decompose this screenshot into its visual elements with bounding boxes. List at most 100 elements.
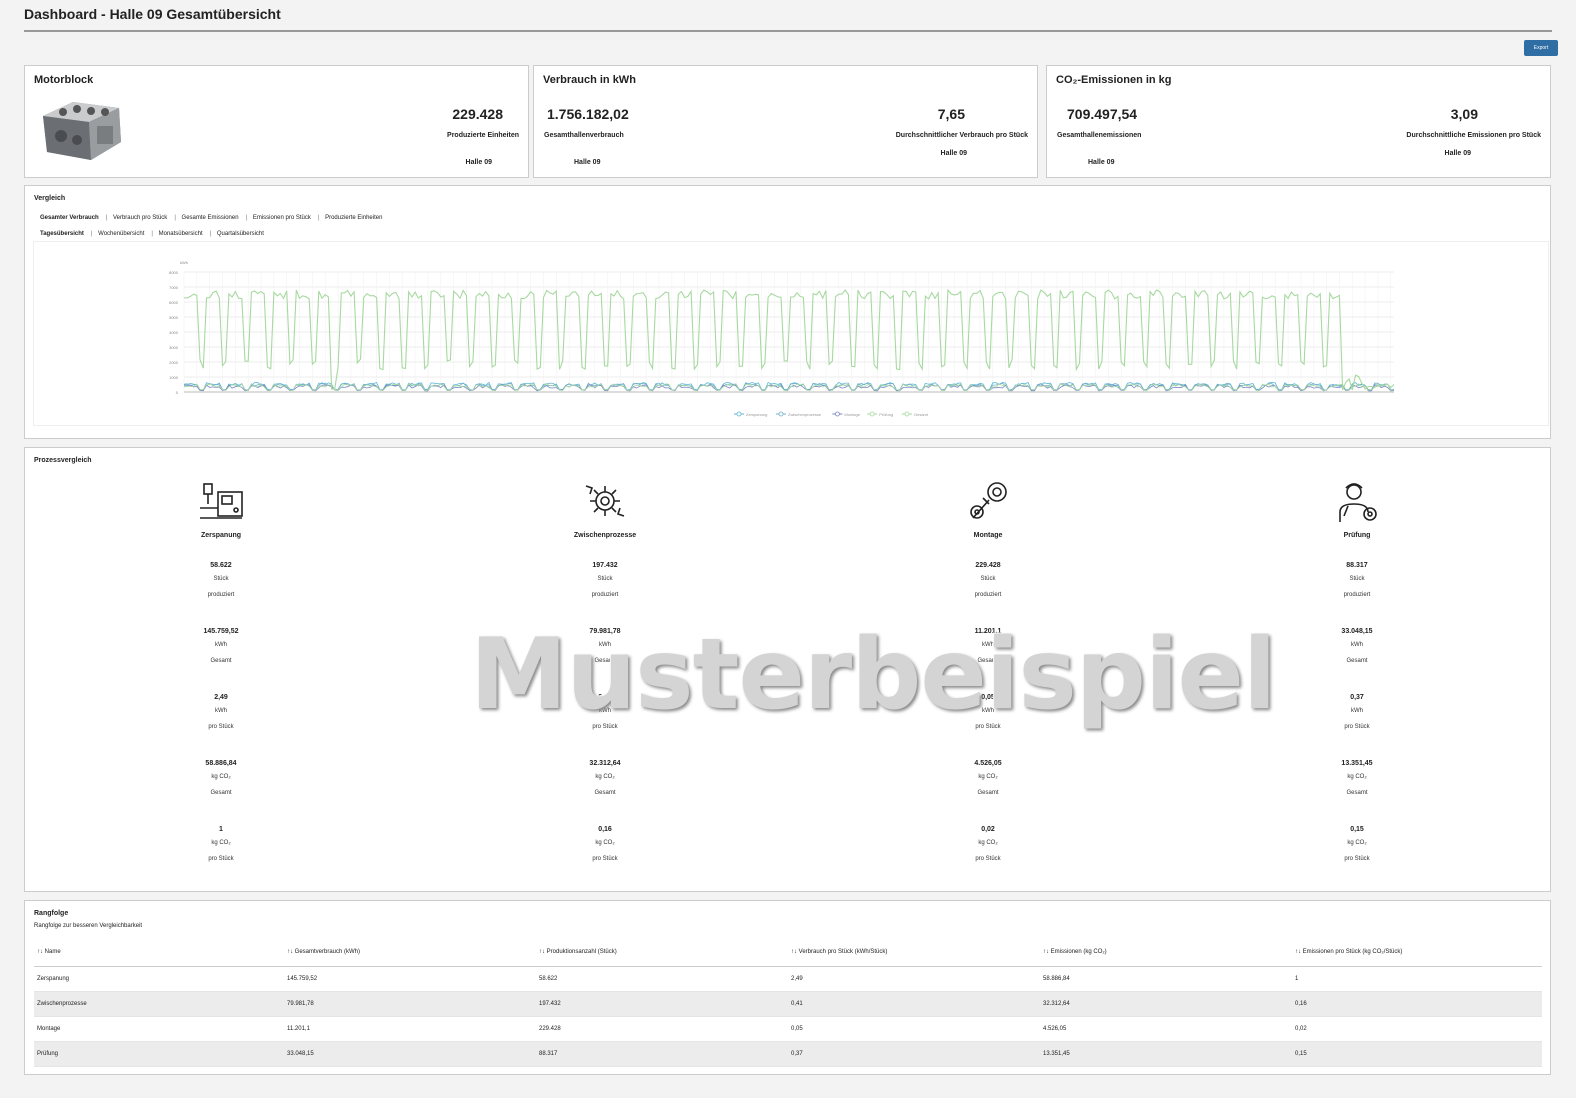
table-row: Prüfung 33.048,15 88.317 0,37 13.351,45 0,15 — [34, 1041, 1542, 1067]
metric-value: 229.428 — [975, 562, 1001, 569]
table-row: Zerspanung 145.759,52 58.622 2,49 58.886,84 1 — [34, 966, 1542, 992]
verbrauch-total-hall: Halle 09 — [574, 159, 601, 166]
cell-value: 79.981,78 — [284, 991, 536, 1017]
legend-label: Gesamt — [914, 412, 929, 417]
wrench-gear-icon — [963, 478, 1013, 524]
card-co2: CO₂-Emissionen in kg 709.497,54 Gesamtha… — [1046, 65, 1551, 178]
cell-name: Zwischenprozesse — [34, 991, 284, 1017]
legend-label: Prüfung — [879, 412, 893, 417]
col-name[interactable]: ↑↓ Name — [34, 939, 284, 967]
co2-total-hall: Halle 09 — [1088, 159, 1115, 166]
tab-gesamte-emissionen[interactable]: Gesamte Emissionen — [182, 215, 239, 221]
cell-value: 0,16 — [1292, 991, 1542, 1017]
metric-unit: kWh — [215, 642, 227, 648]
co2-avg-hall: Halle 09 — [1444, 150, 1471, 157]
cell-value: 4.526,05 — [1040, 1016, 1292, 1042]
metric-value: 0,37 — [1350, 694, 1364, 701]
metric-value: 0,02 — [981, 826, 995, 833]
cell-value: 229.428 — [536, 1016, 788, 1042]
metric-value: 13.351,45 — [1341, 760, 1373, 767]
metric-qualifier: pro Stück — [208, 856, 234, 862]
process-metric: 88.317 Stück produziert — [1257, 561, 1457, 603]
metric-qualifier: Gesamt — [1346, 658, 1368, 664]
legend-label: Zwischenprozesse — [788, 412, 822, 417]
metric-qualifier: pro Stück — [1344, 724, 1370, 730]
export-button[interactable]: Export — [1524, 40, 1558, 56]
metric-unit: kg CO₂ — [211, 840, 231, 846]
metric-value: 197.432 — [592, 562, 618, 569]
cell-name: Zerspanung — [34, 966, 284, 992]
process-column-zerspanung: Zerspanung 58.622 Stück produziert 145.759,5… — [121, 478, 321, 867]
metric-value: 4.526,05 — [974, 760, 1002, 767]
metric-unit: Stück — [1349, 576, 1365, 582]
process-name: Montage — [973, 532, 1003, 539]
co2-total-label: Gesamthallenemissionen — [1057, 132, 1142, 139]
tab-wochenuebersicht[interactable]: Wochenübersicht — [98, 231, 144, 237]
process-name: Zerspanung — [200, 532, 242, 539]
col-gesamtverbrauch[interactable]: ↑↓ Gesamtverbrauch (kWh) — [284, 939, 536, 967]
gears-arrows-icon — [580, 478, 630, 524]
legend-marker — [835, 411, 840, 417]
table-header-row: ↑↓ Name ↑↓ Gesamtverbrauch (kWh) ↑↓ Prod… — [34, 939, 1542, 967]
y-tick-label: 5000 — [169, 315, 179, 320]
tab-monatsuebersicht[interactable]: Monatsübersicht — [159, 231, 203, 237]
metric-value: 145.759,52 — [203, 628, 239, 635]
metric-value: 1 — [219, 826, 223, 833]
col-produktionsanzahl[interactable]: ↑↓ Produktionsanzahl (Stück) — [536, 939, 788, 967]
page-header: Dashboard - Halle 09 Gesamtübersicht — [24, 4, 1552, 32]
metric-qualifier: pro Stück — [592, 856, 618, 862]
table-row: Zwischenprozesse 79.981,78 197.432 0,41 32.3… — [34, 991, 1542, 1017]
metric-value: 2,49 — [214, 694, 228, 701]
metric-qualifier: Gesamt — [210, 658, 232, 664]
cell-value: 33.048,15 — [284, 1041, 536, 1067]
metric-unit: kg CO₂ — [211, 774, 231, 780]
verbrauch-total-label: Gesamthallenverbrauch — [544, 132, 624, 139]
tab-quartalsuebersicht[interactable]: Quartalsübersicht — [217, 231, 264, 237]
process-metric: 32.312,64 kg CO₂ Gesamt — [505, 759, 705, 801]
rangfolge-subtitle: Rangfolge zur besseren Vergleichbarkeit — [34, 923, 143, 929]
metric-unit: kWh — [215, 708, 227, 714]
process-metric: 229.428 Stück produziert — [888, 561, 1088, 603]
metric-unit: kg CO₂ — [595, 840, 615, 846]
co2-avg-value: 3,09 — [1450, 106, 1478, 122]
card-verbrauch: Verbrauch in kWh 1.756.182,02 Gesamthall… — [533, 65, 1038, 178]
metric-qualifier: Gesamt — [977, 790, 999, 796]
cell-value: 145.759,52 — [284, 966, 536, 992]
co2-total-value: 709.497,54 — [1067, 106, 1138, 122]
line-chart[interactable]: 0 1000 2000 3000 4000 5000 6000 7000 8000kWh Zers… — [34, 242, 1548, 425]
col-verbrauch-pro-stueck[interactable]: ↑↓ Verbrauch pro Stück (kWh/Stück) — [788, 939, 1040, 967]
cell-value: 58.622 — [536, 966, 788, 992]
metric-value: 58.886,84 — [205, 760, 237, 767]
cell-value: 32.312,64 — [1040, 991, 1292, 1017]
metric-unit: Stück — [597, 576, 613, 582]
worker-gear-icon — [1332, 478, 1382, 524]
tab-gesamter-verbrauch[interactable]: Gesamter Verbrauch — [40, 215, 99, 221]
vergleich-panel: Vergleich Gesamter Verbrauch | Verbrauch … — [24, 185, 1551, 439]
cell-value: 1 — [1292, 966, 1542, 992]
process-column-prüfung: Prüfung 88.317 Stück produziert 33.048,15 kWh… — [1257, 478, 1457, 867]
process-metric: 2,49 kWh pro Stück — [121, 693, 321, 735]
metric-value: 33.048,15 — [1341, 628, 1373, 635]
col-emissionen[interactable]: ↑↓ Emissionen (kg CO₂) — [1040, 939, 1292, 967]
metric-qualifier: produziert — [207, 592, 235, 598]
legend-marker — [869, 411, 875, 417]
process-metric: 197.432 Stück produziert — [505, 561, 705, 603]
cell-value: 11.201,1 — [284, 1016, 536, 1042]
cell-value: 0,05 — [788, 1016, 1040, 1042]
tab-produzierte-einheiten[interactable]: Produzierte Einheiten — [325, 215, 382, 221]
metric-value: 58.622 — [210, 562, 232, 569]
process-metric: 33.048,15 kWh Gesamt — [1257, 627, 1457, 669]
metric-unit: kg CO₂ — [978, 840, 998, 846]
y-axis-label: kWh — [180, 260, 188, 265]
metric-value: 0,15 — [1350, 826, 1364, 833]
metric-qualifier: Gesamt — [594, 790, 616, 796]
engine-block-image — [43, 102, 121, 160]
cell-value: 88.317 — [536, 1041, 788, 1067]
tab-tagesuebersicht[interactable]: Tagesübersicht — [40, 231, 84, 237]
tab-verbrauch-pro-stueck[interactable]: Verbrauch pro Stück — [113, 215, 167, 221]
y-tick-label: 8000 — [169, 270, 179, 275]
metric-value: 0,16 — [598, 826, 612, 833]
tab-emissionen-pro-stueck[interactable]: Emissionen pro Stück — [253, 215, 311, 221]
verbrauch-avg-value: 7,65 — [937, 106, 965, 122]
col-emissionen-pro-stueck[interactable]: ↑↓ Emissionen pro Stück (kg CO₂/Stück) — [1292, 939, 1542, 967]
